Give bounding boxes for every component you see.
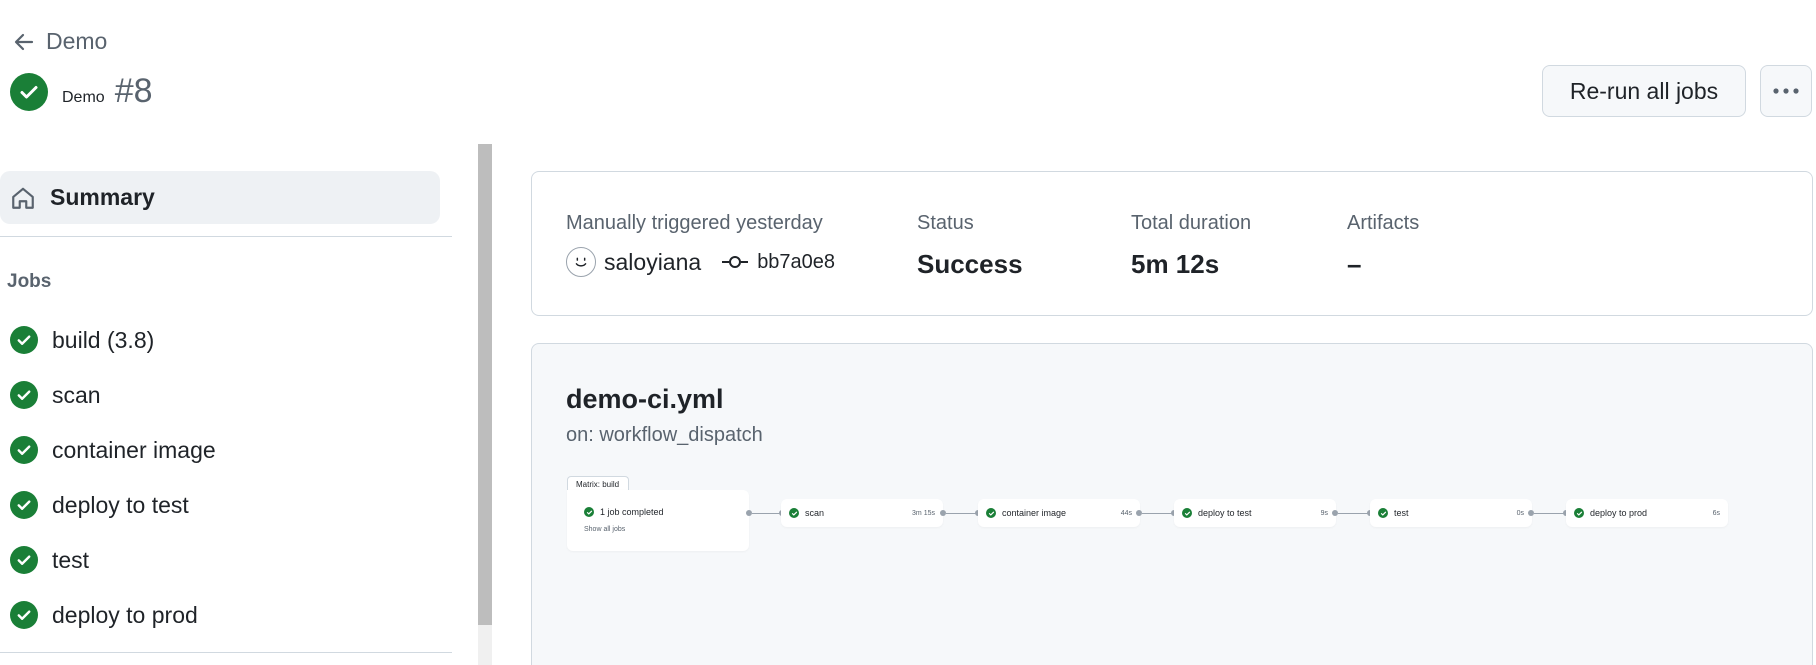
sidebar-item-label: Summary: [50, 184, 155, 210]
duration-value: 5m 12s: [1131, 249, 1220, 279]
commit-sha-link[interactable]: bb7a0e8: [757, 251, 835, 274]
sidebar-item-label: test: [52, 546, 90, 573]
run-summary-card: Manually triggered yesterday saloyiana b…: [531, 171, 1813, 316]
sidebar-item-job[interactable]: test: [10, 540, 89, 580]
node-label: scan: [805, 508, 825, 518]
success-check-icon: [10, 381, 38, 409]
status-value: Success: [917, 249, 1023, 279]
success-check-icon: [10, 601, 38, 629]
avatar[interactable]: [566, 247, 596, 277]
duration-info: Total duration 5m 12s: [1131, 212, 1251, 280]
success-check-icon: [10, 72, 48, 111]
page-title: Demo #8: [62, 72, 153, 110]
show-all-jobs-link[interactable]: Show all jobs: [584, 526, 625, 533]
sidebar-item-job[interactable]: deploy to prod: [10, 595, 198, 635]
workflow-node-test[interactable]: test 0s: [1370, 499, 1532, 527]
node-label: test: [1394, 508, 1409, 518]
graph-connector: [1142, 513, 1172, 514]
workflow-trigger: on: workflow_dispatch: [566, 424, 763, 446]
status-label: Status: [917, 212, 974, 234]
arrow-left-icon: [14, 33, 34, 50]
page-title-row: Demo #8: [10, 72, 153, 111]
node-duration: 44s: [1120, 509, 1132, 517]
actor-row: saloyiana bb7a0e8: [566, 247, 835, 277]
graph-connector: [752, 513, 782, 514]
sidebar-item-job[interactable]: container image: [10, 430, 216, 470]
success-check-icon: [10, 546, 38, 574]
artifacts-value: –: [1347, 249, 1362, 279]
sidebar-item-label: container image: [52, 436, 216, 463]
workflow-file-title[interactable]: demo-ci.yml: [566, 384, 724, 415]
sidebar-item-label: deploy to prod: [52, 601, 198, 628]
divider: [0, 652, 452, 653]
duration-label: Total duration: [1131, 212, 1252, 234]
success-check-icon: [789, 508, 799, 518]
node-label: deploy to prod: [1590, 508, 1648, 518]
workflow-node-deploy-to-test[interactable]: deploy to test 9s: [1174, 499, 1336, 527]
success-check-icon: [10, 326, 38, 354]
success-check-icon: [1574, 508, 1584, 518]
matrix-job-summary[interactable]: 1 job completed: [584, 507, 664, 517]
workflow-node-deploy-to-prod[interactable]: deploy to prod 6s: [1566, 499, 1728, 527]
workflow-graph-card: demo-ci.yml on: workflow_dispatch Matrix…: [531, 343, 1813, 665]
divider: [0, 236, 452, 237]
matrix-build-group: 1 job completed Show all jobs: [567, 490, 749, 551]
matrix-job-label: 1 job completed: [600, 507, 664, 517]
sidebar-item-label: deploy to test: [52, 491, 189, 518]
more-options-button[interactable]: [1760, 65, 1812, 117]
artifacts-label: Artifacts: [1347, 212, 1420, 234]
avatar-face-icon: [575, 257, 587, 267]
sidebar-item-label: build (3.8): [52, 326, 155, 353]
back-link-label: Demo: [46, 28, 108, 54]
success-check-icon: [10, 491, 38, 519]
trigger-info: Manually triggered yesterday saloyiana b…: [566, 212, 835, 277]
git-commit-icon: [722, 256, 749, 268]
success-check-icon: [1378, 508, 1388, 518]
kebab-horizontal-icon: [1773, 88, 1799, 94]
sidebar-item-job[interactable]: build (3.8): [10, 320, 154, 360]
sidebar-scrollbar-thumb[interactable]: [478, 144, 492, 625]
home-icon: [12, 187, 34, 209]
status-info: Status Success: [917, 212, 1023, 280]
run-number: #8: [114, 72, 153, 110]
success-check-icon: [584, 507, 594, 517]
sidebar-item-summary[interactable]: Summary: [0, 171, 440, 224]
graph-connector: [1534, 513, 1564, 514]
actor-name[interactable]: saloyiana: [604, 249, 701, 276]
back-link[interactable]: Demo: [12, 28, 107, 55]
graph-connector: [946, 513, 976, 514]
node-duration: 6s: [1712, 509, 1720, 517]
success-check-icon: [1182, 508, 1192, 518]
jobs-heading: Jobs: [7, 271, 52, 292]
graph-connector: [1338, 513, 1368, 514]
rerun-all-jobs-button[interactable]: Re-run all jobs: [1542, 65, 1746, 117]
sidebar-item-job[interactable]: deploy to test: [10, 485, 189, 525]
trigger-label: Manually triggered yesterday: [566, 212, 823, 234]
sidebar: Summary Jobs build (3.8) scan container …: [0, 144, 455, 665]
success-check-icon: [986, 508, 996, 518]
sidebar-item-label: scan: [52, 381, 101, 408]
node-duration: 9s: [1320, 509, 1328, 517]
node-duration: 0s: [1516, 509, 1524, 517]
success-check-icon: [10, 436, 38, 464]
node-duration: 3m 15s: [912, 509, 935, 517]
workflow-node-container-image[interactable]: container image 44s: [978, 499, 1140, 527]
node-label: deploy to test: [1198, 508, 1252, 518]
artifacts-info: Artifacts –: [1347, 212, 1419, 280]
sidebar-item-job[interactable]: scan: [10, 375, 101, 415]
workflow-node-scan[interactable]: scan 3m 15s: [781, 499, 943, 527]
node-label: container image: [1002, 508, 1067, 518]
